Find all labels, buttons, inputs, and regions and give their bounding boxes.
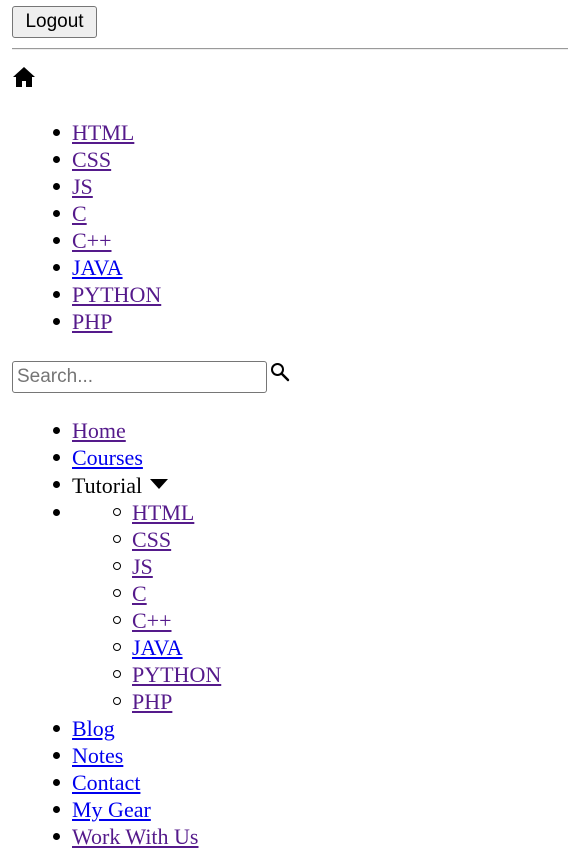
tutorial-link-html[interactable]: HTML (132, 500, 194, 525)
nav-item-contact: Contact (53, 769, 199, 796)
tutorial-item-html: HTML (112, 499, 221, 526)
tutorial-item-cpp: C++ (112, 607, 221, 634)
header-divider (12, 48, 568, 50)
nav-item-home: Home (53, 417, 199, 444)
nav-item-notes: Notes (53, 742, 199, 769)
language-item-js: JS (52, 173, 161, 200)
language-item-c: C (52, 200, 161, 227)
nav-link-blog[interactable]: Blog (72, 716, 115, 741)
nav-item-tutorial[interactable]: Tutorial (53, 471, 199, 499)
tutorial-link-php[interactable]: PHP (132, 689, 172, 714)
search-icon[interactable] (270, 362, 290, 382)
language-link-java[interactable]: JAVA (72, 255, 123, 280)
logout-button[interactable]: Logout (12, 6, 97, 38)
language-link-python[interactable]: PYTHON (72, 282, 161, 307)
language-item-java: JAVA (52, 254, 161, 281)
tutorial-item-php: PHP (112, 688, 221, 715)
language-item-php: PHP (52, 308, 161, 335)
caret-down-icon[interactable] (150, 479, 169, 489)
nav-item-my-gear: My Gear (53, 796, 199, 823)
tutorial-link-js[interactable]: JS (132, 554, 153, 579)
search-input[interactable] (12, 361, 267, 393)
home-icon[interactable] (12, 66, 36, 88)
nav-link-work-with-us[interactable]: Work With Us (72, 824, 199, 849)
tutorial-item-python: PYTHON (112, 661, 221, 688)
tutorial-link-python[interactable]: PYTHON (132, 662, 221, 687)
tutorial-link-css[interactable]: CSS (132, 527, 171, 552)
tutorial-link-c[interactable]: C (132, 581, 147, 606)
tutorial-item-java: JAVA (112, 634, 221, 661)
nav-link-contact[interactable]: Contact (72, 770, 140, 795)
nav-tutorial-label[interactable]: Tutorial (72, 473, 142, 498)
language-item-css: CSS (52, 146, 161, 173)
language-menu: HTML CSS JS C C++ JAVA PYTHON PHP (52, 119, 161, 335)
tutorial-submenu: HTML CSS JS C C++ JAVA PYTHON PHP (112, 499, 221, 715)
nav-item-blog: Blog (53, 715, 199, 742)
language-item-cpp: C++ (52, 227, 161, 254)
tutorial-item-css: CSS (112, 526, 221, 553)
main-nav: Home Courses Tutorial HTML CSS JS C C++ … (53, 417, 221, 850)
nav-item-work-with-us: Work With Us (53, 823, 199, 850)
nav-link-my-gear[interactable]: My Gear (72, 797, 151, 822)
language-link-js[interactable]: JS (72, 174, 93, 199)
tutorial-link-java[interactable]: JAVA (132, 635, 183, 660)
nav-item-tutorial-submenu: HTML CSS JS C C++ JAVA PYTHON PHP (53, 499, 221, 715)
language-link-php[interactable]: PHP (72, 309, 112, 334)
tutorial-link-cpp[interactable]: C++ (132, 608, 172, 633)
language-item-html: HTML (52, 119, 161, 146)
language-link-css[interactable]: CSS (72, 147, 111, 172)
tutorial-item-js: JS (112, 553, 221, 580)
nav-link-home[interactable]: Home (72, 418, 126, 443)
language-link-html[interactable]: HTML (72, 120, 134, 145)
language-link-cpp[interactable]: C++ (72, 228, 112, 253)
language-link-c[interactable]: C (72, 201, 87, 226)
tutorial-item-c: C (112, 580, 221, 607)
nav-link-courses[interactable]: Courses (72, 445, 143, 470)
nav-link-notes[interactable]: Notes (72, 743, 123, 768)
language-item-python: PYTHON (52, 281, 161, 308)
nav-item-courses: Courses (53, 444, 199, 471)
